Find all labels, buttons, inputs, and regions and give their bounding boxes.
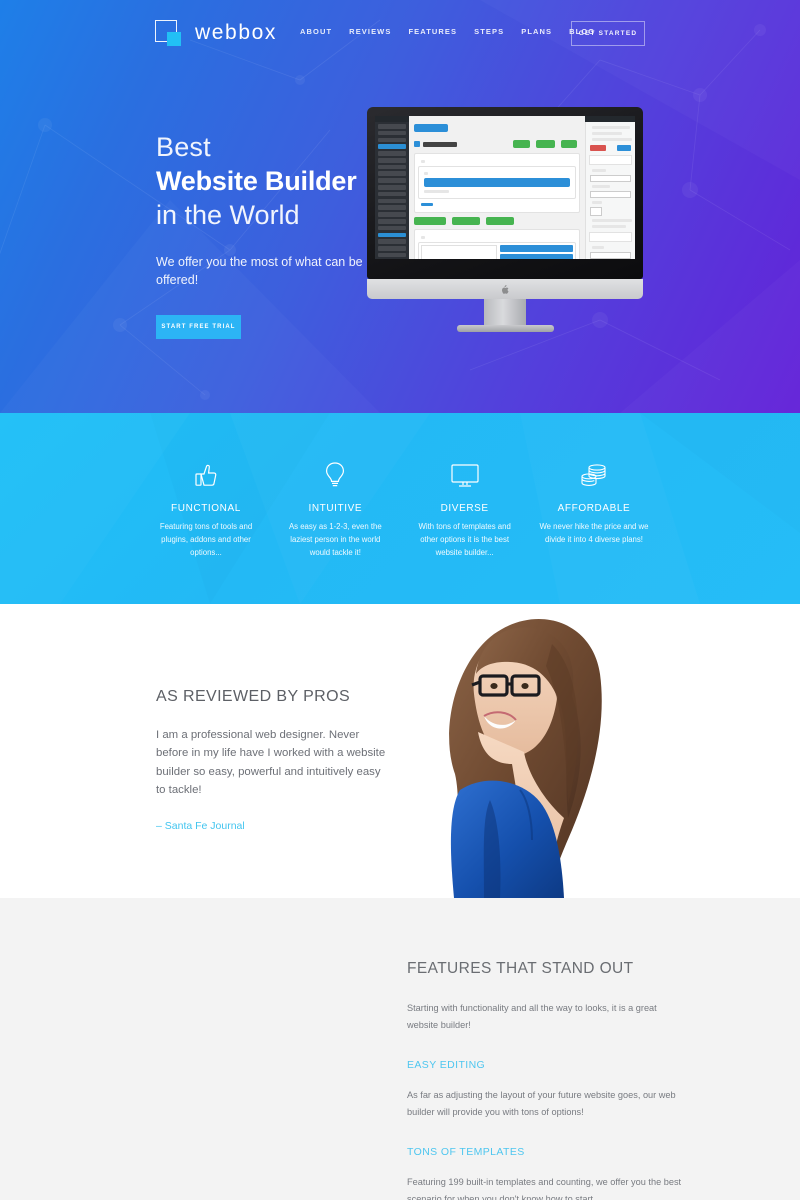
imac-stand-neck	[484, 299, 526, 326]
feature-title: INTUITIVE	[308, 503, 363, 514]
review-copy: AS REVIEWED BY PROS I am a professional …	[156, 688, 386, 832]
review-section: AS REVIEWED BY PROS I am a professional …	[0, 604, 800, 898]
feature-functional: FUNCTIONAL Featuring tons of tools and p…	[150, 460, 262, 560]
features-band-section: FUNCTIONAL Featuring tons of tools and p…	[0, 413, 800, 604]
nav-item-features[interactable]: FEATURES	[408, 27, 457, 36]
review-source: – Santa Fe Journal	[156, 820, 245, 832]
hero-headline-line3: in the World	[156, 199, 300, 230]
standout-section: FEATURES THAT STAND OUT Starting with fu…	[0, 898, 800, 1200]
standout-heading-easy-editing: EASY EDITING	[407, 1059, 486, 1072]
landing-page: webbox ABOUT REVIEWS FEATURES STEPS PLAN…	[0, 0, 800, 1200]
standout-heading-tons-of-templates: TONS OF TEMPLATES	[407, 1146, 525, 1159]
builder-settings-panel	[585, 116, 635, 259]
nav-links: ABOUT REVIEWS FEATURES STEPS PLANS BLOG	[300, 27, 595, 36]
review-title: AS REVIEWED BY PROS	[156, 688, 351, 705]
feature-intuitive: INTUITIVE As easy as 1-2-3, even the laz…	[279, 460, 391, 560]
standout-copy: FEATURES THAT STAND OUT Starting with fu…	[407, 960, 687, 1200]
nav-item-plans[interactable]: PLANS	[521, 27, 552, 36]
imac-stand-foot	[457, 325, 554, 332]
lightbulb-icon	[279, 460, 391, 490]
hero-copy: Best Website Builder in the World We off…	[156, 131, 386, 339]
feature-title: AFFORDABLE	[557, 503, 631, 514]
feature-desc: We never hike the price and we divide it…	[539, 522, 649, 544]
standout-title: FEATURES THAT STAND OUT	[407, 960, 634, 977]
nav-item-reviews[interactable]: REVIEWS	[349, 27, 391, 36]
square-outline-with-dot-icon	[155, 20, 181, 46]
features-grid: FUNCTIONAL Featuring tons of tools and p…	[150, 460, 650, 560]
feature-desc: As easy as 1-2-3, even the laziest perso…	[288, 522, 382, 557]
nav-item-about[interactable]: ABOUT	[300, 27, 332, 36]
start-free-trial-button[interactable]: START FREE TRIAL	[156, 314, 241, 339]
hero-section: webbox ABOUT REVIEWS FEATURES STEPS PLAN…	[0, 0, 800, 413]
imac-mockup-icon	[367, 107, 643, 332]
get-started-button[interactable]: GET STARTED	[571, 21, 645, 46]
hero-headline-line2: Website Builder	[156, 165, 357, 196]
builder-sidebar	[375, 116, 635, 259]
standout-body-tons-of-templates: Featuring 199 built-in templates and cou…	[407, 1177, 682, 1200]
builder-canvas	[409, 116, 585, 259]
feature-title: FUNCTIONAL	[171, 503, 241, 514]
standout-intro: Starting with functionality and all the …	[407, 1003, 657, 1030]
feature-diverse: DIVERSE With tons of templates and other…	[409, 460, 521, 560]
woman-with-glasses-portrait	[432, 604, 632, 898]
hero-subtitle: We offer you the most of what can be off…	[156, 255, 363, 287]
feature-affordable: AFFORDABLE We never hike the price and w…	[538, 460, 650, 560]
feature-desc: With tons of templates and other options…	[418, 522, 511, 557]
top-navbar: webbox ABOUT REVIEWS FEATURES STEPS PLAN…	[0, 0, 800, 68]
imac-chin	[367, 279, 643, 299]
feature-title: DIVERSE	[440, 503, 489, 514]
monitor-icon	[409, 460, 521, 490]
thumbs-up-icon	[150, 460, 262, 490]
coins-stack-icon	[538, 460, 650, 490]
review-body: I am a professional web designer. Never …	[156, 729, 386, 796]
apple-logo-icon	[502, 284, 509, 294]
standout-body-easy-editing: As far as adjusting the layout of your f…	[407, 1090, 676, 1117]
hero-headline-line1: Best	[156, 132, 211, 162]
nav-item-steps[interactable]: STEPS	[474, 27, 504, 36]
brand-name: webbox	[195, 21, 277, 44]
feature-desc: Featuring tons of tools and plugins, add…	[159, 522, 253, 557]
brand-logo[interactable]: webbox	[155, 20, 277, 46]
